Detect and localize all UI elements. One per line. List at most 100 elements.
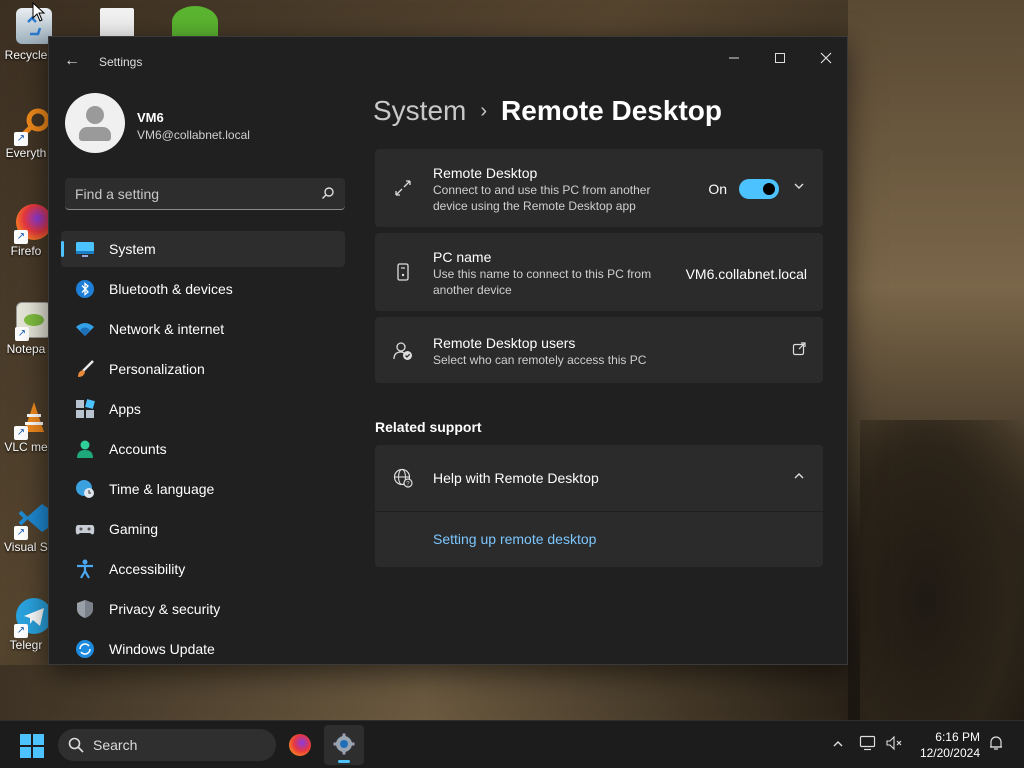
taskbar: Search 6:16 PM 12/20/2024 bbox=[0, 720, 1024, 768]
wifi-icon bbox=[76, 323, 94, 336]
remote-users-subtitle: Select who can remotely access this PC bbox=[433, 353, 647, 367]
sidebar-item-gaming[interactable]: Gaming bbox=[61, 511, 345, 547]
sidebar-item-label: Apps bbox=[109, 401, 141, 417]
sidebar-item-label: System bbox=[109, 241, 156, 257]
sidebar-item-label: Accounts bbox=[109, 441, 167, 457]
desktop-icon-label: Notepa bbox=[6, 342, 46, 356]
shortcut-arrow-icon: ↗ bbox=[15, 327, 29, 341]
taskbar-settings[interactable] bbox=[324, 725, 364, 765]
close-icon bbox=[820, 52, 832, 64]
taskbar-search-label: Search bbox=[93, 737, 138, 753]
sidebar-item-network[interactable]: Network & internet bbox=[61, 311, 345, 347]
help-title: Help with Remote Desktop bbox=[433, 470, 599, 486]
minimize-icon bbox=[729, 57, 739, 59]
shortcut-arrow-icon: ↗ bbox=[14, 624, 28, 638]
settings-window: ← Settings VM6 VM6@collabnet.local Syste… bbox=[48, 36, 848, 665]
remote-desktop-subtitle: Connect to and use this PC from another … bbox=[433, 183, 651, 213]
chevron-up-icon[interactable] bbox=[791, 470, 807, 486]
magnifier-icon: ↗ bbox=[14, 106, 52, 146]
breadcrumb: System › Remote Desktop bbox=[373, 95, 722, 127]
controller-icon bbox=[75, 525, 95, 535]
maximize-button[interactable] bbox=[757, 43, 803, 75]
desktop-utorrent-icon[interactable] bbox=[172, 6, 218, 38]
notification-bell-icon[interactable] bbox=[986, 735, 1006, 755]
toggle-knob bbox=[763, 183, 775, 195]
chevron-up-icon[interactable] bbox=[828, 735, 848, 755]
network-icon[interactable] bbox=[858, 735, 878, 755]
shortcut-arrow-icon: ↗ bbox=[14, 230, 28, 244]
pc-tower-icon bbox=[397, 263, 409, 281]
sidebar-item-accounts[interactable]: Accounts bbox=[61, 431, 345, 467]
brush-icon bbox=[78, 360, 94, 377]
volume-muted-icon[interactable] bbox=[884, 735, 904, 755]
globe-clock-icon bbox=[76, 480, 94, 498]
person-icon bbox=[77, 440, 93, 458]
sidebar-item-label: Personalization bbox=[109, 361, 205, 377]
toggle-state-label: On bbox=[708, 181, 727, 197]
remote-desktop-card[interactable]: Remote Desktop Connect to and use this P… bbox=[375, 149, 823, 227]
pc-name-value: VM6.collabnet.local bbox=[685, 266, 807, 282]
sidebar-item-personalization[interactable]: Personalization bbox=[61, 351, 345, 387]
desktop-icon-label: Visual St bbox=[4, 540, 48, 554]
sidebar-item-apps[interactable]: Apps bbox=[61, 391, 345, 427]
open-external-icon[interactable] bbox=[791, 342, 807, 358]
remote-desktop-icon bbox=[395, 180, 411, 196]
telegram-icon: ↗ bbox=[14, 598, 52, 638]
close-button[interactable] bbox=[803, 43, 847, 75]
chevron-down-icon[interactable] bbox=[791, 180, 807, 196]
search-icon[interactable] bbox=[321, 186, 335, 200]
taskbar-clock[interactable]: 6:16 PM 12/20/2024 bbox=[920, 729, 980, 761]
sidebar-item-time-language[interactable]: Time & language bbox=[61, 471, 345, 507]
pc-name-card: PC name Use this name to connect to this… bbox=[375, 233, 823, 311]
mouse-cursor-icon bbox=[32, 2, 46, 22]
wallpaper-bottom bbox=[0, 665, 848, 720]
sidebar-item-label: Time & language bbox=[109, 481, 215, 497]
remote-desktop-title: Remote Desktop bbox=[433, 165, 538, 181]
sidebar-item-label: Privacy & security bbox=[109, 601, 221, 617]
sidebar-item-system[interactable]: System bbox=[61, 231, 345, 267]
shield-icon bbox=[77, 600, 93, 618]
taskbar-search[interactable]: Search bbox=[58, 729, 276, 761]
start-button[interactable] bbox=[20, 734, 44, 758]
help-card: ? Help with Remote Desktop Setting up re… bbox=[375, 445, 823, 567]
taskbar-firefox[interactable] bbox=[280, 725, 320, 765]
search-input[interactable] bbox=[75, 178, 305, 209]
desktop-icon-label: Firefo bbox=[10, 244, 42, 258]
search-box[interactable] bbox=[65, 178, 345, 210]
avatar[interactable] bbox=[65, 93, 125, 153]
accessibility-icon bbox=[77, 559, 93, 579]
setting-up-remote-desktop-link[interactable]: Setting up remote desktop bbox=[433, 531, 596, 547]
breadcrumb-parent[interactable]: System bbox=[373, 95, 466, 127]
desktop-icon-label: Recycle bbox=[4, 48, 48, 62]
desktop-file-icon[interactable] bbox=[100, 8, 134, 38]
wallpaper-shadow bbox=[860, 420, 1024, 720]
desktop-icon-label: VLC me bbox=[4, 440, 48, 454]
pc-name-title: PC name bbox=[433, 249, 492, 265]
sidebar-item-privacy-security[interactable]: Privacy & security bbox=[61, 591, 345, 627]
remote-desktop-users-card[interactable]: Remote Desktop users Select who can remo… bbox=[375, 317, 823, 383]
profile-name: VM6 bbox=[137, 110, 164, 125]
sidebar-item-accessibility[interactable]: Accessibility bbox=[61, 551, 345, 587]
vscode-icon: ↗ bbox=[14, 500, 52, 540]
desktop-icon-label: Telegr bbox=[9, 638, 43, 652]
shortcut-arrow-icon: ↗ bbox=[14, 132, 28, 146]
sidebar-item-label: Gaming bbox=[109, 521, 159, 537]
profile-email: VM6@collabnet.local bbox=[137, 128, 250, 142]
page-title: Remote Desktop bbox=[501, 95, 722, 126]
sidebar-item-windows-update[interactable]: Windows Update bbox=[61, 631, 345, 664]
shortcut-arrow-icon: ↗ bbox=[14, 426, 28, 440]
help-expander-header[interactable]: ? Help with Remote Desktop bbox=[375, 445, 823, 511]
gear-icon bbox=[333, 733, 355, 755]
back-arrow-icon[interactable]: ← bbox=[59, 49, 85, 73]
avatar-body bbox=[79, 127, 111, 141]
sidebar-item-label: Accessibility bbox=[109, 561, 186, 577]
minimize-button[interactable] bbox=[711, 43, 757, 75]
sidebar-item-bluetooth[interactable]: Bluetooth & devices bbox=[61, 271, 345, 307]
vlc-cone-icon: ↗ bbox=[14, 400, 52, 440]
remote-users-title: Remote Desktop users bbox=[433, 335, 576, 351]
apps-icon bbox=[76, 399, 95, 418]
desktop-icon-label: Everyth bbox=[5, 146, 47, 160]
remote-desktop-toggle[interactable] bbox=[739, 179, 779, 199]
firefox-icon bbox=[289, 734, 311, 756]
sidebar-item-label: Windows Update bbox=[109, 641, 215, 657]
